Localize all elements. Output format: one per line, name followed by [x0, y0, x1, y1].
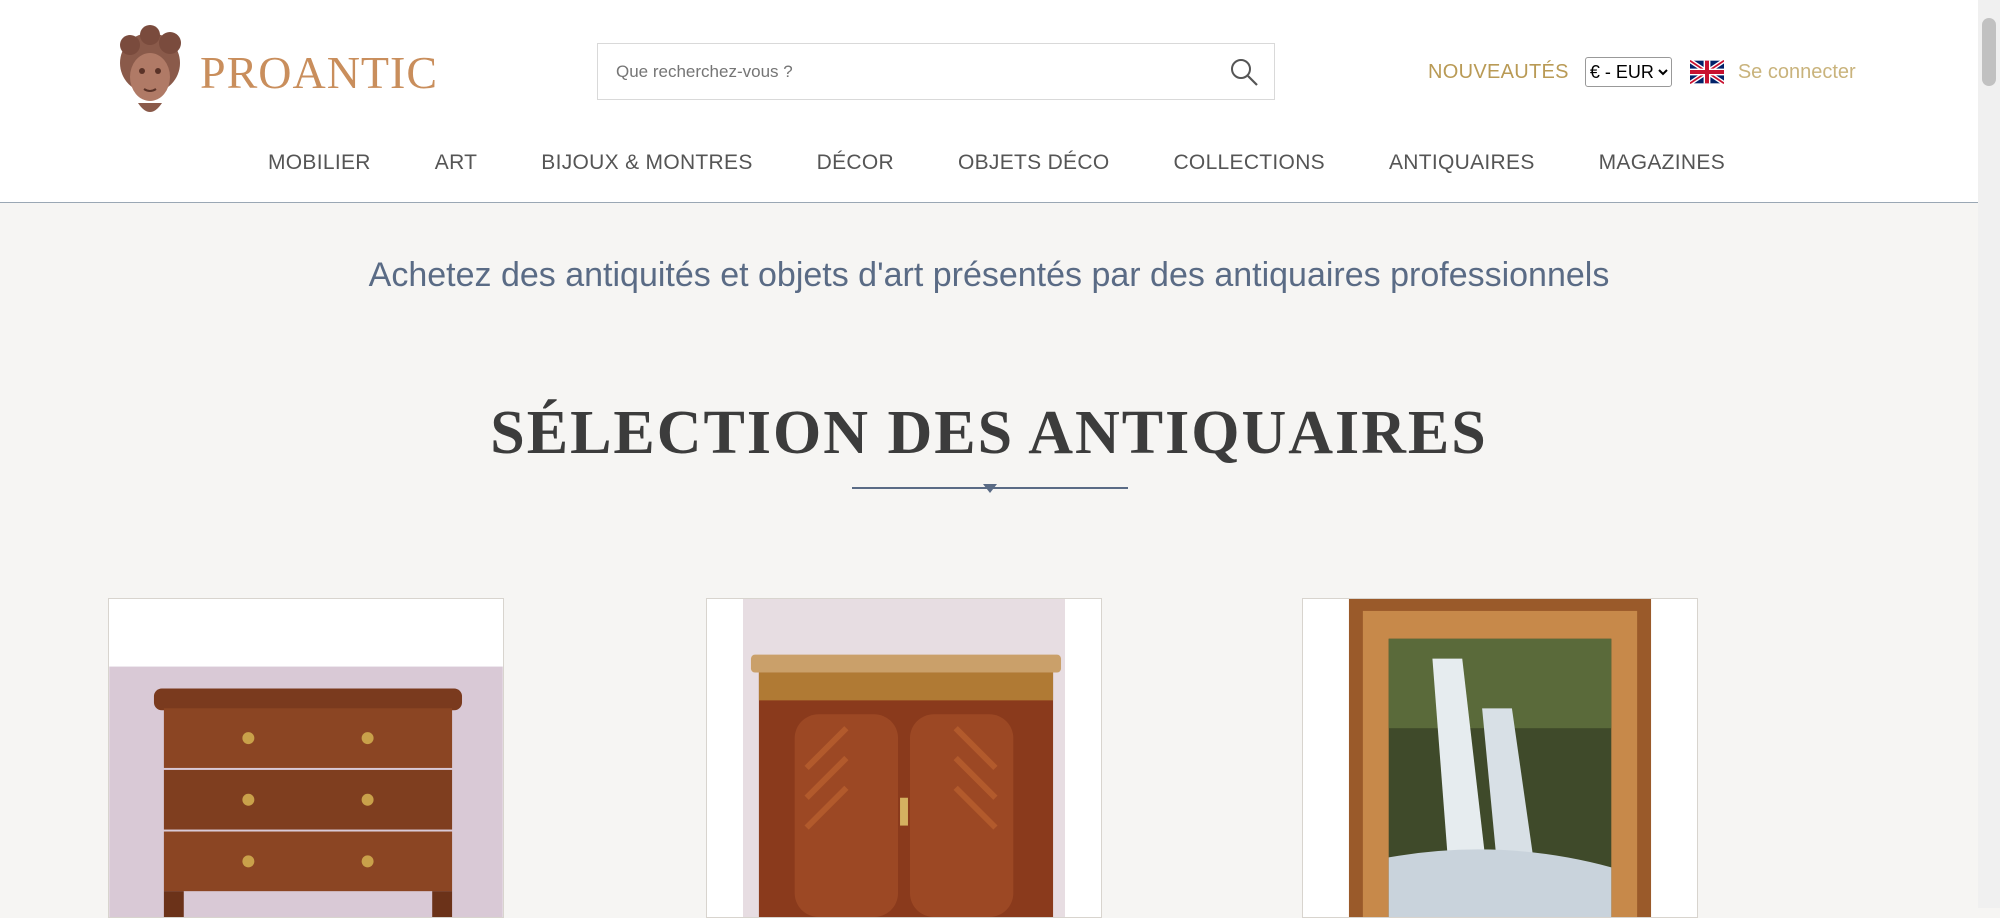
nav-item-mobilier[interactable]: MOBILIER: [268, 151, 371, 175]
main-nav: MOBILIER ART BIJOUX & MONTRES DÉCOR OBJE…: [108, 124, 1848, 202]
nav-item-antiquaires[interactable]: ANTIQUAIRES: [1389, 151, 1535, 175]
nav-item-decor[interactable]: DÉCOR: [817, 151, 894, 175]
nav-item-art[interactable]: ART: [435, 151, 478, 175]
logo-head-icon: [120, 25, 181, 112]
product-image-commode: [109, 599, 503, 917]
search-icon: [1231, 58, 1258, 86]
currency-select[interactable]: € - EUR: [1584, 57, 1672, 87]
product-image-painting: [1303, 599, 1697, 917]
login-link[interactable]: Se connecter: [1738, 61, 1856, 84]
product-grid: [108, 598, 1848, 918]
divider-ornament: [983, 484, 997, 493]
search-bar: [597, 43, 1275, 100]
product-card[interactable]: [108, 598, 504, 918]
site-header: PROANTIC NOUVEAUTÉS € - EUR Se connecter…: [0, 0, 1978, 203]
product-card[interactable]: [1302, 598, 1698, 918]
search-input[interactable]: [598, 43, 1214, 100]
scrollbar-thumb[interactable]: [1982, 18, 1996, 86]
section-title: SÉLECTION DES ANTIQUAIRES: [490, 399, 1488, 467]
product-image-cabinet: [707, 599, 1101, 917]
nav-item-bijoux-montres[interactable]: BIJOUX & MONTRES: [541, 151, 752, 175]
logo[interactable]: PROANTIC: [108, 22, 456, 122]
nav-item-objets-deco[interactable]: OBJETS DÉCO: [958, 151, 1110, 175]
tagline: Achetez des antiquités et objets d'art p…: [368, 256, 1610, 294]
nav-item-collections[interactable]: COLLECTIONS: [1173, 151, 1325, 175]
logo-text: PROANTIC: [200, 46, 439, 98]
nav-item-magazines[interactable]: MAGAZINES: [1599, 151, 1725, 175]
uk-flag-icon[interactable]: [1689, 60, 1724, 84]
header-tools: NOUVEAUTÉS € - EUR Se connecter: [1428, 56, 1856, 88]
product-card[interactable]: [706, 598, 1102, 918]
vertical-scrollbar[interactable]: [1978, 0, 2000, 908]
nouveautes-link[interactable]: NOUVEAUTÉS: [1428, 61, 1569, 84]
search-button[interactable]: [1214, 44, 1274, 99]
